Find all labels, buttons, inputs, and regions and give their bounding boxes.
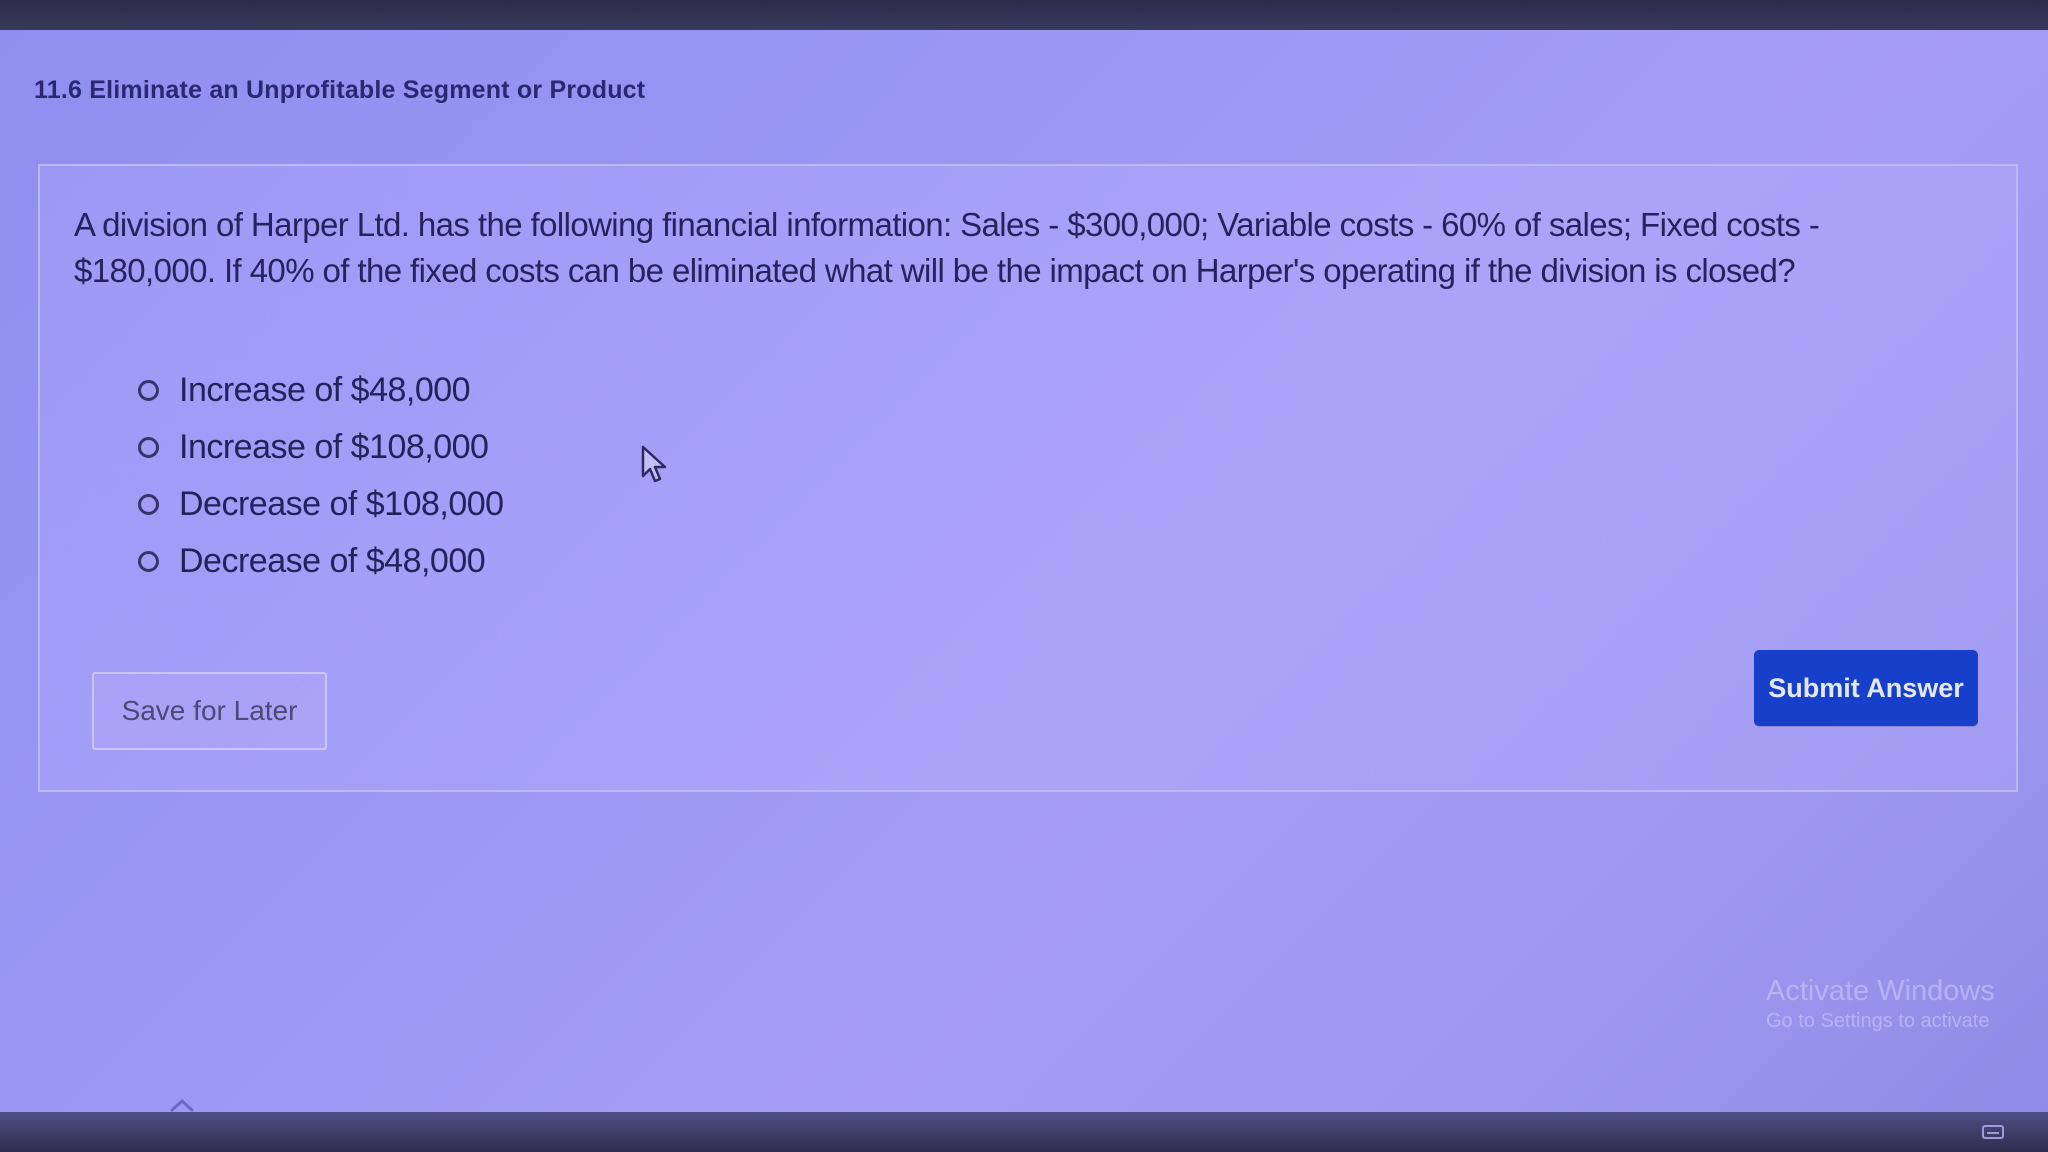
mouse-pointer-icon xyxy=(641,445,667,483)
answer-option-3[interactable]: Decrease of $108,000 xyxy=(138,476,504,533)
answer-option-4[interactable]: Decrease of $48,000 xyxy=(138,533,504,590)
radio-unselected-icon[interactable] xyxy=(138,380,159,401)
answer-option-label: Decrease of $108,000 xyxy=(179,485,504,523)
taskbar xyxy=(0,1112,2048,1152)
radio-unselected-icon[interactable] xyxy=(138,437,159,458)
answer-option-2[interactable]: Increase of $108,000 xyxy=(138,419,504,476)
watermark-subtitle: Go to Settings to activate xyxy=(1766,1010,1990,1032)
submit-answer-button[interactable]: Submit Answer xyxy=(1754,650,1978,726)
radio-unselected-icon[interactable] xyxy=(138,494,159,515)
answer-option-1[interactable]: Increase of $48,000 xyxy=(138,362,504,419)
activate-windows-watermark: Activate Windows Go to Settings to activ… xyxy=(1766,976,1995,1036)
keyboard-icon[interactable] xyxy=(1982,1124,2004,1140)
section-title: 11.6 Eliminate an Unprofitable Segment o… xyxy=(34,76,646,104)
answer-option-label: Decrease of $48,000 xyxy=(179,542,486,580)
save-for-later-button[interactable]: Save for Later xyxy=(92,672,327,750)
answer-options: Increase of $48,000 Increase of $108,000… xyxy=(138,362,504,590)
question-text: A division of Harper Ltd. has the follow… xyxy=(74,206,1820,289)
radio-unselected-icon[interactable] xyxy=(138,551,159,572)
chevron-up-icon[interactable] xyxy=(170,1098,194,1112)
answer-option-label: Increase of $48,000 xyxy=(179,371,471,409)
screen-bezel-top xyxy=(0,0,2048,30)
answer-option-label: Increase of $108,000 xyxy=(179,428,489,466)
watermark-title: Activate Windows xyxy=(1766,975,1995,1007)
